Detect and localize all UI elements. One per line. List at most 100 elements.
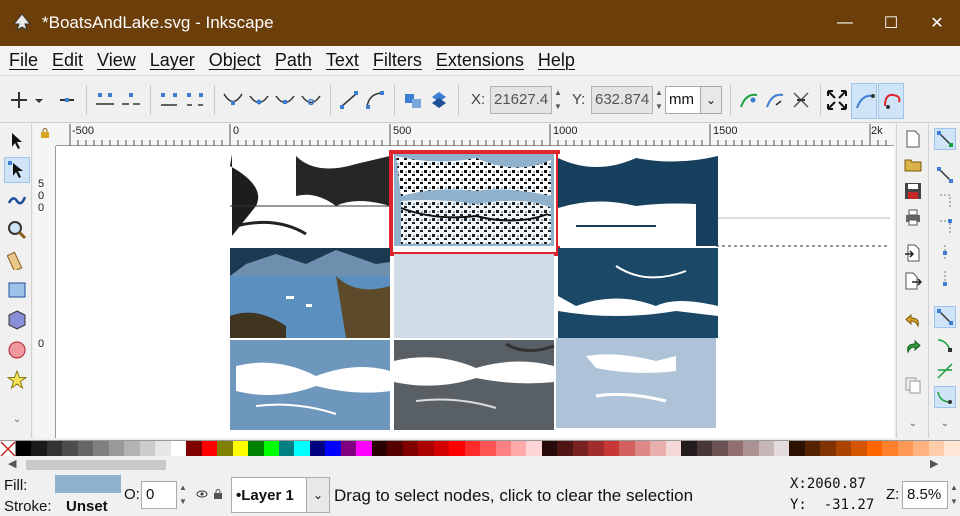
color-swatch[interactable] (650, 441, 666, 457)
3dbox-tool-button[interactable] (4, 307, 30, 333)
new-document-button[interactable] (902, 128, 924, 150)
smooth-node-icon[interactable] (248, 89, 270, 111)
color-swatch[interactable] (758, 441, 774, 457)
color-swatch[interactable] (449, 441, 465, 457)
color-swatch[interactable] (495, 441, 511, 457)
menu-text[interactable]: Text (321, 50, 364, 71)
maximize-button[interactable]: ☐ (868, 0, 914, 46)
y-spinner[interactable]: ▲ ▼ (653, 86, 665, 114)
color-swatch[interactable] (201, 441, 218, 457)
image-tile-photo[interactable] (230, 248, 390, 338)
tweak-tool-button[interactable] (4, 186, 30, 212)
horizontal-ruler[interactable]: -500 0 500 1000 1500 2k (56, 124, 894, 146)
color-swatch[interactable] (16, 441, 32, 457)
fill-swatch[interactable] (55, 475, 121, 493)
color-swatch[interactable] (263, 441, 279, 457)
scroll-left-icon[interactable]: ◀ (8, 457, 16, 470)
color-swatch[interactable] (402, 441, 419, 457)
color-swatch[interactable] (928, 441, 945, 457)
color-swatch[interactable] (46, 441, 63, 457)
color-swatch[interactable] (371, 441, 388, 457)
image-tile-slate[interactable] (394, 340, 555, 430)
color-swatch[interactable] (480, 441, 496, 457)
menu-layer[interactable]: Layer (145, 50, 200, 71)
color-swatch[interactable] (743, 441, 759, 457)
insert-node-icon[interactable] (8, 89, 30, 111)
opacity-input[interactable]: 0 (141, 481, 177, 509)
snap-bbox-edge-button[interactable] (934, 190, 956, 212)
color-swatch[interactable] (773, 441, 790, 457)
eye-icon[interactable] (196, 488, 208, 500)
color-swatch[interactable] (944, 441, 960, 457)
color-swatch[interactable] (325, 441, 341, 457)
menu-edit[interactable]: Edit (47, 50, 88, 71)
menu-filters[interactable]: Filters (368, 50, 427, 71)
color-swatch[interactable] (170, 441, 187, 457)
color-swatch[interactable] (913, 441, 929, 457)
transform-handles-icon[interactable] (826, 89, 848, 111)
color-swatch[interactable] (619, 441, 635, 457)
snap-bbox-button[interactable] (934, 164, 956, 186)
color-swatch[interactable] (526, 441, 542, 457)
color-swatch[interactable] (93, 441, 109, 457)
color-swatch[interactable] (897, 441, 914, 457)
color-swatch[interactable] (820, 441, 836, 457)
import-button[interactable] (902, 242, 924, 264)
scrollbar-thumb[interactable] (26, 460, 166, 470)
y-coordinate-input[interactable]: 632.874 (591, 86, 653, 114)
color-swatch[interactable] (835, 441, 852, 457)
no-paint-swatch[interactable] (0, 441, 16, 457)
color-swatch[interactable] (804, 441, 821, 457)
layer-select[interactable]: •Layer 1 (231, 477, 307, 513)
zoom-input[interactable]: 8.5% (902, 481, 948, 509)
snap-toggle[interactable] (934, 128, 956, 150)
close-button[interactable]: ✕ (914, 0, 960, 46)
color-swatch[interactable] (294, 441, 310, 457)
color-swatch[interactable] (232, 441, 249, 457)
minimize-button[interactable]: — (822, 0, 868, 46)
color-swatch[interactable] (278, 441, 295, 457)
undo-button[interactable] (902, 310, 924, 332)
color-swatch[interactable] (588, 441, 604, 457)
snap-bbox-center-button[interactable] (934, 268, 956, 290)
segment-curve-icon[interactable] (364, 89, 386, 111)
color-swatch[interactable] (248, 441, 264, 457)
show-handles-toggle[interactable] (851, 83, 877, 119)
redo-button[interactable] (902, 336, 924, 358)
snap-intersection-button[interactable] (934, 360, 956, 382)
show-outline-toggle[interactable] (878, 83, 904, 119)
open-button[interactable] (902, 154, 924, 176)
color-swatch[interactable] (433, 441, 450, 457)
image-tile-lightblue[interactable] (556, 338, 716, 428)
menu-view[interactable]: View (92, 50, 141, 71)
color-swatch[interactable] (557, 441, 573, 457)
save-button[interactable] (902, 180, 924, 202)
snap-bbox-corner-button[interactable] (934, 216, 956, 238)
auto-smooth-node-icon[interactable] (300, 89, 322, 111)
vertical-ruler[interactable]: 5 0 0 0 (34, 146, 56, 438)
color-swatch[interactable] (340, 441, 357, 457)
color-swatch[interactable] (665, 441, 682, 457)
color-swatch[interactable] (727, 441, 744, 457)
color-swatch[interactable] (882, 441, 898, 457)
export-button[interactable] (902, 270, 924, 292)
rect-tool-button[interactable] (4, 277, 30, 303)
delete-node-icon[interactable] (56, 89, 78, 111)
zoom-spinner[interactable]: ▲ ▼ (948, 481, 960, 509)
stroke-to-path-icon[interactable] (428, 89, 450, 111)
color-swatch[interactable] (696, 441, 713, 457)
snap-overflow-icon[interactable]: ⌄ (934, 416, 956, 430)
color-swatch[interactable] (309, 441, 326, 457)
cusp-node-icon[interactable] (222, 89, 244, 111)
color-swatch[interactable] (139, 441, 156, 457)
measure-tool-button[interactable] (4, 247, 30, 273)
color-swatch[interactable] (418, 441, 434, 457)
drawing-canvas[interactable] (56, 146, 894, 438)
image-tile-noise-selected[interactable] (394, 154, 554, 246)
menu-file[interactable]: File (4, 50, 43, 71)
image-tile-bw-1[interactable] (230, 154, 390, 246)
chevron-down-icon[interactable] (32, 89, 46, 111)
color-swatch[interactable] (681, 441, 697, 457)
toolbox-overflow-icon[interactable]: ⌄ (4, 412, 30, 426)
ellipse-tool-button[interactable] (4, 337, 30, 363)
